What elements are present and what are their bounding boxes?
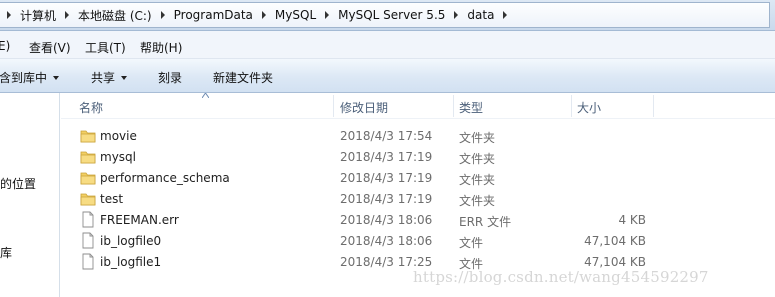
folder-icon	[80, 169, 96, 186]
nav-item-libraries[interactable]: 库	[0, 244, 12, 261]
table-row[interactable]: mysql 2018/4/3 17:19 文件夹	[61, 146, 775, 167]
chevron-right-icon[interactable]	[320, 3, 334, 27]
file-icon	[80, 253, 96, 270]
folder-icon	[80, 148, 96, 165]
menu-tools[interactable]: 工具(T)	[85, 39, 126, 56]
command-bar: 含到库中 共享 刻录 新建文件夹	[0, 59, 775, 93]
chevron-right-icon[interactable]	[257, 3, 271, 27]
chevron-right-icon[interactable]	[498, 3, 512, 27]
file-type: 文件夹	[459, 131, 496, 145]
menu-view[interactable]: 查看(V)	[29, 39, 71, 56]
nav-item-recent-places[interactable]: 的位置	[0, 175, 36, 192]
burn-button[interactable]: 刻录	[158, 69, 182, 86]
file-icon	[80, 232, 96, 249]
file-size: 47,104 KB	[584, 255, 646, 269]
breadcrumb-label: ProgramData	[173, 8, 253, 22]
include-in-library-button[interactable]: 含到库中	[0, 69, 60, 86]
file-type: 文件夹	[459, 173, 496, 187]
file-name: FREEMAN.err	[100, 213, 179, 227]
menu-edit[interactable]: E)	[0, 39, 10, 53]
column-header-name[interactable]: 名称	[79, 99, 103, 116]
include-in-library-label: 含到库中	[0, 71, 48, 85]
table-row[interactable]: FREEMAN.err 2018/4/3 18:06 ERR 文件 4 KB	[61, 209, 775, 230]
file-size: 47,104 KB	[584, 234, 646, 248]
chevron-right-icon[interactable]	[156, 3, 170, 27]
column-headers: 名称 修改日期 类型 大小	[61, 93, 775, 119]
column-divider[interactable]	[333, 95, 334, 117]
file-name: test	[100, 192, 124, 206]
burn-label: 刻录	[158, 71, 183, 85]
file-name: movie	[100, 129, 137, 143]
menu-bar: E) 查看(V) 工具(T) 帮助(H)	[0, 31, 775, 59]
file-list: 名称 修改日期 类型 大小 movie 2018/4/3 17:54 文件夹 mysq…	[61, 93, 775, 297]
breadcrumb[interactable]: 计算机 本地磁盘 (C:) ProgramData MySQL MySQL Se…	[0, 2, 770, 28]
file-modified: 2018/4/3 17:54	[340, 129, 433, 143]
breadcrumb-mysql-server[interactable]: MySQL Server 5.5	[334, 3, 463, 27]
column-divider[interactable]	[653, 95, 654, 117]
breadcrumb-label: data	[467, 8, 495, 22]
column-divider[interactable]	[453, 95, 454, 117]
breadcrumb-computer[interactable]: 计算机	[16, 3, 74, 27]
file-modified: 2018/4/3 17:25	[340, 255, 433, 269]
file-name: performance_schema	[100, 171, 230, 185]
table-row[interactable]: ib_logfile0 2018/4/3 18:06 文件 47,104 KB	[61, 230, 775, 251]
menu-help[interactable]: 帮助(H)	[140, 39, 182, 56]
file-type: 文件	[459, 236, 484, 250]
breadcrumb-label: MySQL	[274, 8, 317, 22]
file-modified: 2018/4/3 18:06	[340, 234, 433, 248]
file-name: mysql	[100, 150, 136, 164]
breadcrumb-label: MySQL Server 5.5	[338, 8, 446, 22]
breadcrumb-start	[2, 3, 16, 27]
file-modified: 2018/4/3 17:19	[340, 192, 433, 206]
navigation-pane: 的位置 库	[0, 93, 60, 297]
share-label: 共享	[91, 71, 116, 85]
chevron-down-icon	[53, 75, 60, 80]
new-folder-label: 新建文件夹	[213, 71, 274, 85]
file-type: ERR 文件	[459, 215, 512, 229]
file-modified: 2018/4/3 17:19	[340, 171, 433, 185]
sort-ascending-icon	[202, 93, 209, 98]
column-header-size[interactable]: 大小	[577, 99, 601, 116]
chevron-right-icon[interactable]	[60, 3, 74, 27]
file-name: ib_logfile1	[100, 255, 162, 269]
watermark: https://blog.csdn.net/wang454592297	[413, 268, 709, 286]
table-row[interactable]: movie 2018/4/3 17:54 文件夹	[61, 125, 775, 146]
share-button[interactable]: 共享	[91, 69, 128, 86]
breadcrumb-data[interactable]: data	[463, 3, 512, 27]
column-header-type[interactable]: 类型	[459, 99, 483, 116]
chevron-down-icon	[121, 75, 128, 80]
file-type: 文件夹	[459, 152, 496, 166]
table-row[interactable]: test 2018/4/3 17:19 文件夹	[61, 188, 775, 209]
file-modified: 2018/4/3 17:19	[340, 150, 433, 164]
table-row[interactable]: performance_schema 2018/4/3 17:19 文件夹	[61, 167, 775, 188]
column-header-modified[interactable]: 修改日期	[340, 99, 388, 116]
file-icon	[80, 211, 96, 228]
chevron-right-icon[interactable]	[449, 3, 463, 27]
breadcrumb-programdata[interactable]: ProgramData	[170, 3, 271, 27]
breadcrumb-label: 计算机	[20, 8, 57, 23]
file-type: 文件夹	[459, 194, 496, 208]
folder-icon	[80, 127, 96, 144]
chevron-right-icon[interactable]	[2, 3, 16, 27]
breadcrumb-label: 本地磁盘 (C:)	[78, 8, 152, 23]
breadcrumb-mysql[interactable]: MySQL	[271, 3, 334, 27]
folder-icon	[80, 190, 96, 207]
column-divider[interactable]	[571, 95, 572, 117]
file-modified: 2018/4/3 18:06	[340, 213, 433, 227]
new-folder-button[interactable]: 新建文件夹	[213, 69, 273, 86]
breadcrumb-local-disk[interactable]: 本地磁盘 (C:)	[74, 3, 170, 27]
file-name: ib_logfile0	[100, 234, 162, 248]
file-size: 4 KB	[618, 213, 646, 227]
address-bar: 计算机 本地磁盘 (C:) ProgramData MySQL MySQL Se…	[0, 0, 775, 31]
